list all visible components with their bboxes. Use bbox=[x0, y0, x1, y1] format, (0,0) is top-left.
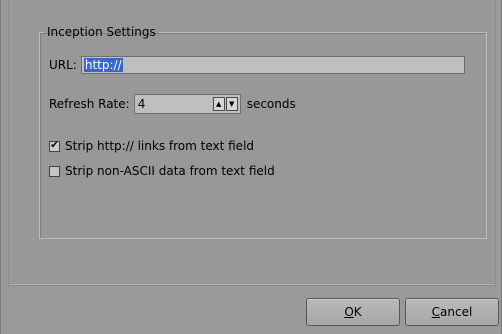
ok-mnemonic: O bbox=[344, 305, 354, 319]
cancel-label-rest: ancel bbox=[440, 305, 473, 319]
strip-non-ascii-label[interactable]: Strip non-ASCII data from text field bbox=[65, 164, 275, 178]
group-legend: Inception Settings bbox=[47, 25, 156, 39]
url-label: URL: bbox=[49, 58, 77, 72]
dialog-button-bar: OK Cancel bbox=[1, 286, 501, 334]
cancel-button[interactable]: Cancel bbox=[405, 298, 499, 326]
cancel-mnemonic: C bbox=[431, 305, 441, 319]
checkmark-icon: ✔ bbox=[50, 140, 59, 151]
url-row: URL: http:// bbox=[49, 56, 465, 74]
ok-label-rest: K bbox=[353, 305, 362, 319]
spinner-buttons: ▲ ▼ bbox=[212, 97, 238, 111]
refresh-rate-row: Refresh Rate: 4 ▲ ▼ seconds bbox=[49, 94, 296, 114]
url-input[interactable]: http:// bbox=[80, 56, 465, 74]
strip-non-ascii-checkbox[interactable] bbox=[49, 165, 60, 177]
refresh-rate-spinner[interactable]: 4 ▲ ▼ bbox=[133, 94, 241, 114]
arrow-up-icon[interactable]: ▲ bbox=[212, 97, 225, 111]
arrow-down-icon[interactable]: ▼ bbox=[225, 97, 238, 111]
refresh-rate-unit: seconds bbox=[246, 97, 296, 111]
strip-links-option[interactable]: ✔ Strip http:// links from text field bbox=[49, 139, 254, 153]
strip-links-checkbox[interactable]: ✔ bbox=[49, 140, 60, 152]
refresh-rate-value[interactable]: 4 bbox=[135, 97, 213, 111]
content-panel: Inception Settings URL: http:// Refresh … bbox=[8, 0, 496, 286]
refresh-rate-label: Refresh Rate: bbox=[49, 97, 130, 111]
strip-non-ascii-option[interactable]: Strip non-ASCII data from text field bbox=[49, 164, 275, 178]
inception-settings-group: Inception Settings URL: http:// Refresh … bbox=[39, 25, 487, 239]
strip-links-label[interactable]: Strip http:// links from text field bbox=[65, 139, 254, 153]
inception-settings-dialog: Inception Settings URL: http:// Refresh … bbox=[0, 0, 502, 334]
url-input-value: http:// bbox=[83, 58, 123, 72]
ok-button[interactable]: OK bbox=[306, 298, 400, 326]
